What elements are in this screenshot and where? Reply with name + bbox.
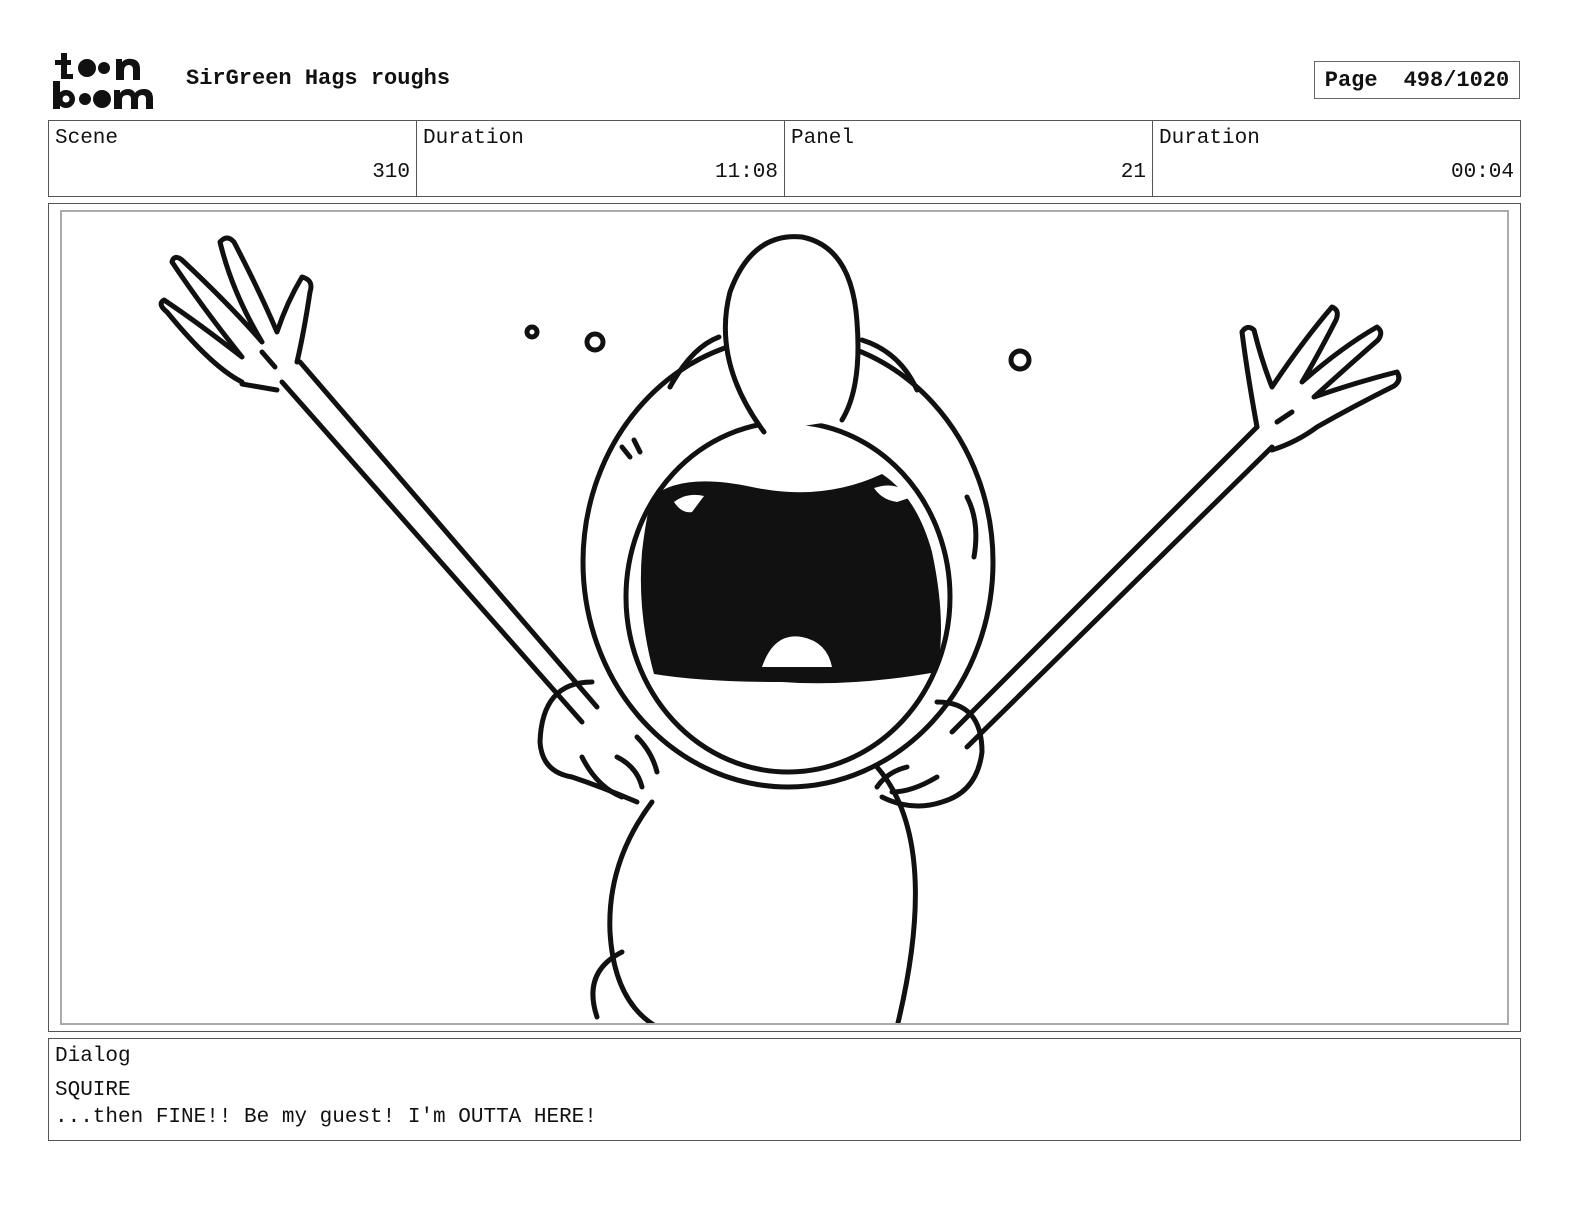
left-hand [158, 235, 314, 385]
dialog-speaker: SQUIRE [55, 1079, 131, 1102]
sweat-drop [584, 331, 606, 353]
scene-cell: Scene 310 [49, 121, 417, 196]
storyboard-panel-frame [48, 203, 1521, 1032]
scene-value: 310 [372, 161, 410, 184]
panel-duration-value: 00:04 [1450, 161, 1514, 184]
scene-duration-label: Duration [423, 127, 524, 150]
panel-drawing [158, 234, 1402, 1023]
sweat-drop [1008, 348, 1032, 372]
panel-cell: Panel 21 [785, 121, 1153, 196]
page-indicator: Page 498/1020 [1314, 61, 1520, 99]
dialog-line: ...then FINE!! Be my guest! I'm OUTTA HE… [55, 1106, 597, 1129]
right-hand [1239, 304, 1402, 453]
dialog-label: Dialog [55, 1045, 131, 1068]
info-row: Scene 310 Duration 11:08 Panel 21 Durati… [48, 120, 1521, 197]
hair-tuft [722, 234, 861, 435]
right-arm [949, 424, 1260, 735]
scene-duration-cell: Duration 11:08 [417, 121, 785, 196]
panel-duration-cell: Duration 00:04 [1153, 121, 1520, 196]
toon-boom-logo [52, 50, 164, 112]
left-arm [279, 379, 585, 725]
storyboard-panel [60, 210, 1509, 1025]
panel-label: Panel [791, 127, 855, 150]
page-label: Page [1324, 67, 1378, 93]
scene-label: Scene [55, 127, 119, 150]
sweat-drop [524, 324, 540, 340]
torso [607, 799, 656, 1023]
page-number: 498/1020 [1403, 67, 1510, 93]
panel-value: 21 [1120, 161, 1146, 184]
panel-duration-label: Duration [1159, 127, 1260, 150]
project-title: SirGreen Hags roughs [186, 66, 451, 91]
dialog-box: Dialog SQUIRE ...then FINE!! Be my guest… [48, 1038, 1521, 1141]
scene-duration-value: 11:08 [714, 161, 778, 184]
